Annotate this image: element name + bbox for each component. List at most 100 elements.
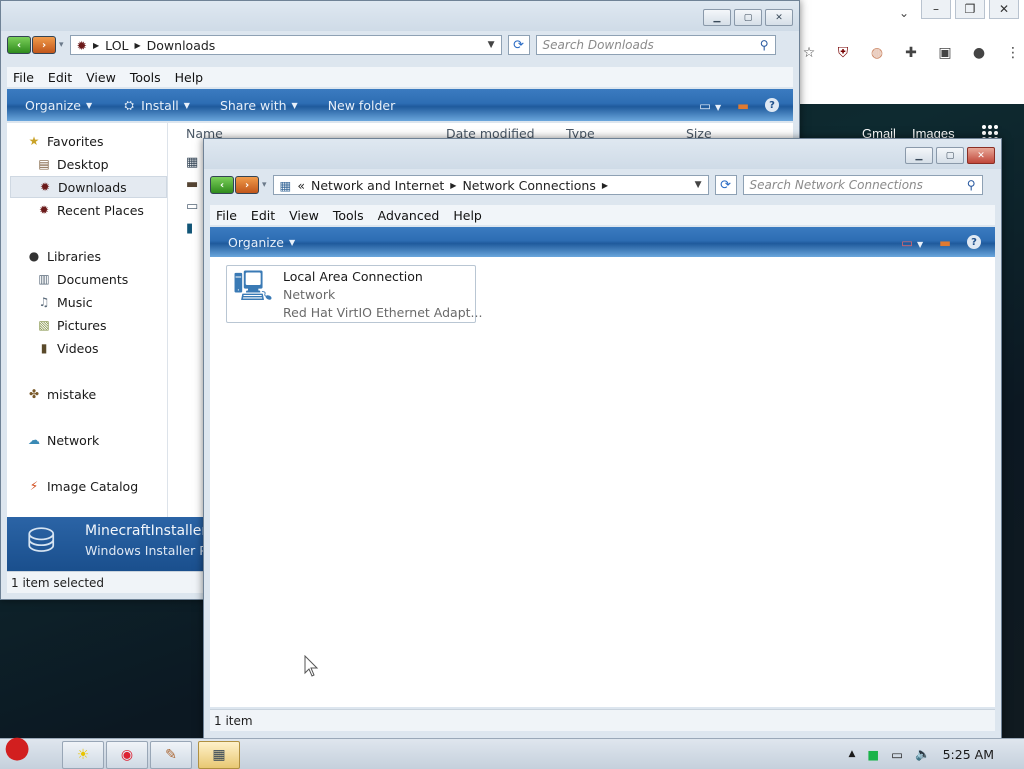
- profile-avatar-icon[interactable]: ●: [969, 43, 989, 63]
- chrome-minimize-button[interactable]: –: [921, 0, 951, 19]
- close-button[interactable]: ✕: [967, 147, 995, 164]
- address-bar[interactable]: ▦ « Network and Internet ▶ Network Conne…: [272, 175, 709, 195]
- volume-icon[interactable]: 🔈: [915, 746, 931, 762]
- nav-pictures[interactable]: ▧ Pictures: [37, 315, 106, 335]
- breadcrumb-lol[interactable]: LOL: [105, 38, 128, 53]
- menu-edit[interactable]: Edit: [251, 208, 275, 223]
- menu-advanced[interactable]: Advanced: [378, 208, 440, 223]
- address-history-chevron-icon[interactable]: ▼: [488, 40, 495, 50]
- taskbar-sticky-notes-icon[interactable]: ☀: [62, 741, 104, 769]
- taskbar-chrome-icon[interactable]: ◉: [106, 741, 148, 769]
- organize-button[interactable]: Organize ▼: [228, 235, 295, 250]
- menu-view[interactable]: View: [289, 208, 319, 223]
- preview-pane-icon[interactable]: ▬: [737, 98, 749, 113]
- back-button[interactable]: ‹: [7, 36, 31, 54]
- tab-list-chevron-icon[interactable]: ⌄: [899, 6, 909, 20]
- nav-label: Recent Places: [57, 202, 144, 218]
- nav-label: Libraries: [47, 248, 101, 264]
- chrome-restore-button[interactable]: ❐: [955, 0, 985, 19]
- file-icon[interactable]: ▮: [186, 221, 193, 236]
- menu-help[interactable]: Help: [453, 208, 482, 223]
- show-hidden-icons-icon[interactable]: ▲: [848, 749, 855, 759]
- search-icon[interactable]: ⚲: [760, 38, 769, 52]
- menu-tools[interactable]: Tools: [333, 208, 364, 223]
- breadcrumb-network-and-internet[interactable]: Network and Internet: [311, 178, 444, 193]
- maximize-button[interactable]: ▢: [936, 147, 964, 164]
- organize-button[interactable]: Organize ▼: [25, 98, 92, 113]
- downloads-title-bar[interactable]: ▁ ▢ ✕: [1, 1, 799, 31]
- refresh-button[interactable]: ⟳: [507, 35, 530, 55]
- search-placeholder: Search Downloads: [542, 38, 654, 52]
- recent-places-icon: ✹: [38, 203, 50, 217]
- nav-label: Music: [57, 294, 93, 310]
- recent-pages-chevron-icon[interactable]: ▾: [59, 40, 64, 50]
- address-history-chevron-icon[interactable]: ▼: [695, 180, 702, 190]
- menu-help[interactable]: Help: [175, 70, 204, 85]
- recent-pages-chevron-icon[interactable]: ▾: [262, 180, 267, 190]
- help-icon[interactable]: ?: [765, 98, 779, 112]
- breadcrumb-network-connections[interactable]: Network Connections: [462, 178, 595, 193]
- breadcrumb-overflow-icon[interactable]: «: [297, 178, 305, 193]
- breadcrumb-arrow-icon[interactable]: ▶: [135, 41, 141, 50]
- nav-favorites[interactable]: ★ Favorites: [27, 131, 104, 151]
- taskbar-paint-icon[interactable]: ✎: [150, 741, 192, 769]
- nav-libraries[interactable]: ● Libraries: [27, 246, 101, 266]
- network-title-bar[interactable]: ▁ ▢ ✕: [204, 139, 1001, 169]
- menu-view[interactable]: View: [86, 70, 116, 85]
- nav-network[interactable]: ☁ Network: [27, 430, 99, 450]
- share-with-button[interactable]: Share with ▼: [220, 98, 298, 113]
- maximize-button[interactable]: ▢: [734, 9, 762, 26]
- nav-recent-places[interactable]: ✹ Recent Places: [37, 200, 144, 220]
- menu-tools[interactable]: Tools: [130, 70, 161, 85]
- close-button[interactable]: ✕: [765, 9, 793, 26]
- taskbar-explorer-icon[interactable]: ▦: [198, 741, 240, 769]
- chrome-close-button[interactable]: ✕: [989, 0, 1019, 19]
- chevron-down-icon: ▼: [183, 100, 190, 110]
- preview-pane-icon[interactable]: ▬: [939, 235, 951, 250]
- search-network-connections-input[interactable]: Search Network Connections ⚲: [742, 175, 983, 195]
- back-button[interactable]: ‹: [210, 176, 234, 194]
- breadcrumb-arrow-icon[interactable]: ▶: [602, 181, 608, 190]
- refresh-button[interactable]: ⟳: [714, 175, 737, 195]
- chrome-menu-icon[interactable]: ⋮: [1003, 43, 1023, 63]
- battery-icon[interactable]: ▭: [891, 747, 903, 762]
- start-button-angry-bird-icon[interactable]: ●: [4, 733, 30, 763]
- forward-button[interactable]: ›: [235, 176, 259, 194]
- local-area-connection-item[interactable]: 🖳 Local Area Connection Network Red Hat …: [226, 265, 482, 323]
- menu-file[interactable]: File: [216, 208, 237, 223]
- file-icon[interactable]: ▦: [186, 155, 198, 170]
- minimize-button[interactable]: ▁: [905, 147, 933, 164]
- view-options-icon[interactable]: ▭ ▼: [901, 235, 923, 250]
- breadcrumb-arrow-icon[interactable]: ▶: [93, 41, 99, 50]
- forward-button[interactable]: ›: [32, 36, 56, 54]
- install-button[interactable]: ⛭ Install ▼: [122, 98, 190, 113]
- nav-desktop[interactable]: ▤ Desktop: [37, 154, 108, 174]
- nav-music[interactable]: ♫ Music: [37, 292, 93, 312]
- nav-documents[interactable]: ▥ Documents: [37, 269, 128, 289]
- ublock-extension-icon[interactable]: ⛨: [833, 43, 853, 63]
- breadcrumb-arrow-icon[interactable]: ▶: [450, 181, 456, 190]
- nav-videos[interactable]: ▮ Videos: [37, 338, 99, 358]
- help-icon[interactable]: ?: [967, 235, 981, 249]
- extension-colorful-icon[interactable]: ◍: [867, 43, 887, 63]
- organize-label: Organize: [228, 234, 284, 250]
- menu-edit[interactable]: Edit: [48, 70, 72, 85]
- minimize-button[interactable]: ▁: [703, 9, 731, 26]
- nav-mistake[interactable]: ✤ mistake: [27, 384, 96, 404]
- nav-downloads[interactable]: ✹ Downloads: [10, 176, 167, 198]
- file-icon[interactable]: ▭: [186, 199, 198, 214]
- new-folder-button[interactable]: New folder: [328, 98, 396, 113]
- side-panel-icon[interactable]: ▣: [935, 43, 955, 63]
- search-icon[interactable]: ⚲: [967, 178, 976, 192]
- bookmark-star-icon[interactable]: ☆: [799, 43, 819, 63]
- network-status-icon[interactable]: ■: [867, 747, 879, 762]
- address-bar[interactable]: ✹ ▶ LOL ▶ Downloads ▼: [69, 35, 502, 55]
- breadcrumb-downloads[interactable]: Downloads: [147, 38, 216, 53]
- extensions-puzzle-icon[interactable]: ✚: [901, 43, 921, 63]
- nav-image-catalog[interactable]: ⚡ Image Catalog: [27, 476, 138, 496]
- search-downloads-input[interactable]: Search Downloads ⚲: [535, 35, 776, 55]
- menu-file[interactable]: File: [13, 70, 34, 85]
- clock[interactable]: 5:25 AM: [943, 747, 994, 762]
- file-icon[interactable]: ▬: [186, 177, 198, 192]
- view-options-icon[interactable]: ▭ ▼: [699, 98, 721, 113]
